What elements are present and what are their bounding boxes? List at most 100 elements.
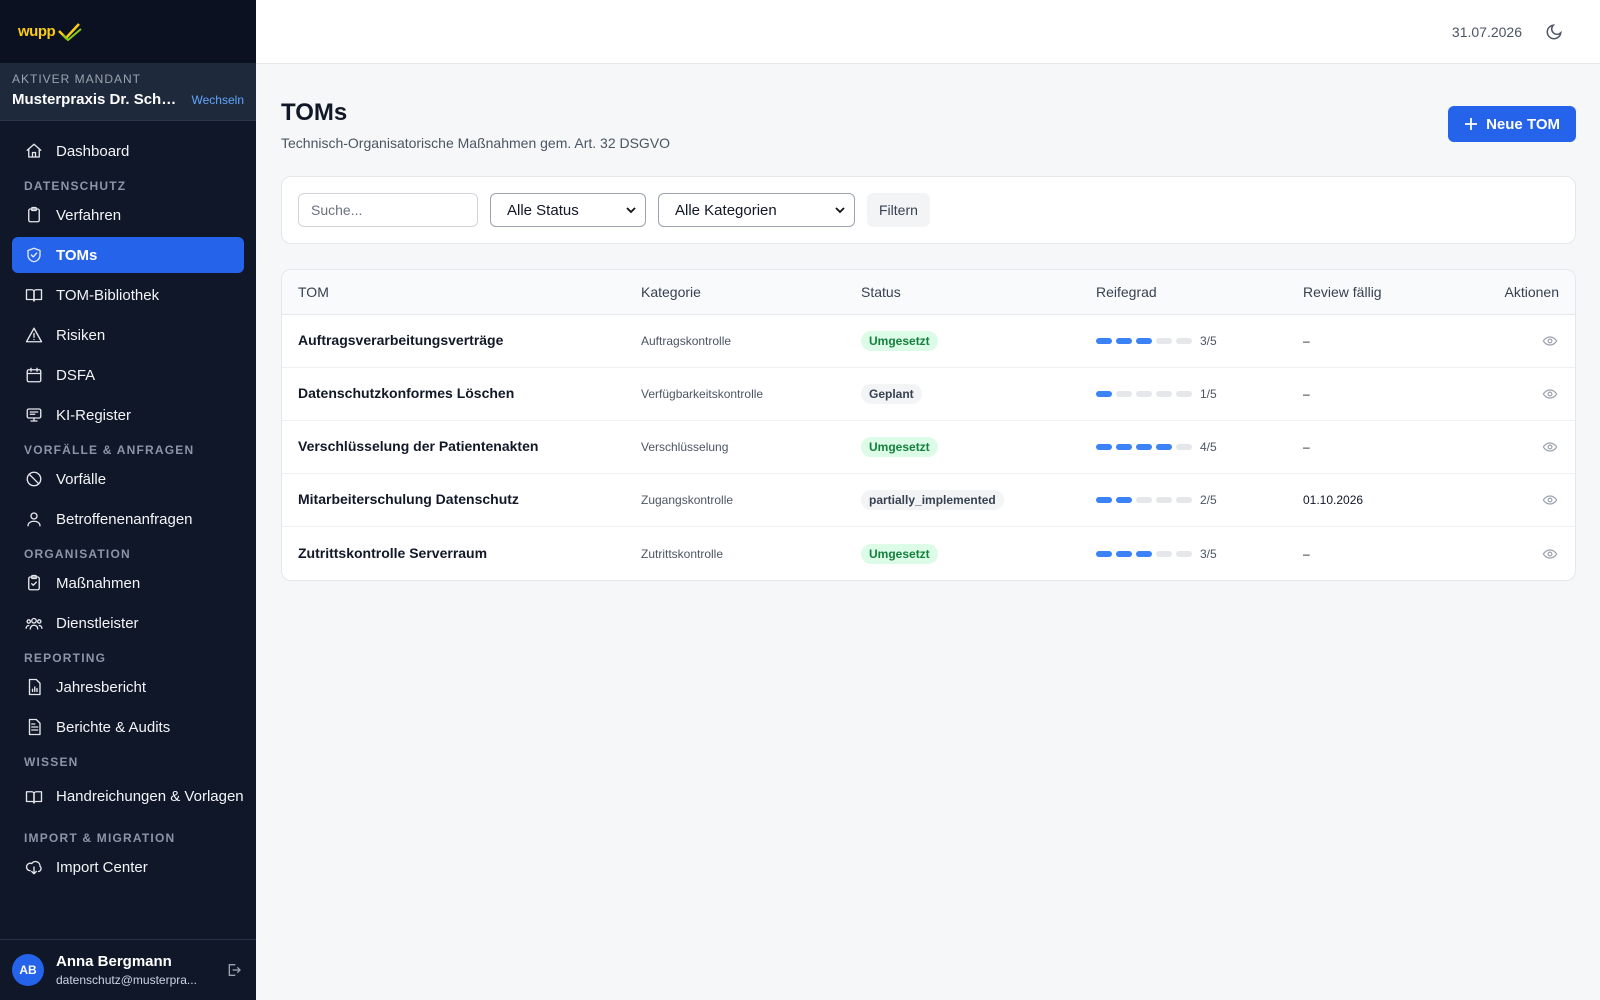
maturity-bar: 3/5 (1096, 547, 1303, 561)
col-header-reifegrad[interactable]: Reifegrad (1096, 284, 1303, 300)
sidebar-item-label: Jahresbericht (56, 678, 147, 696)
tenant-label: AKTIVER MANDANT (12, 72, 142, 86)
tenant-name: Musterpraxis Dr. Schmi... (12, 91, 182, 108)
tenant-panel: AKTIVER MANDANT Musterpraxis Dr. Schmi..… (0, 64, 256, 121)
review-due: 01.10.2026 (1303, 493, 1364, 507)
sidebar-item-import-center[interactable]: Import Center (12, 849, 244, 885)
sidebar-item-betroffenenanfragen[interactable]: Betroffenenanfragen (12, 501, 244, 537)
status-select[interactable]: Alle Status (490, 193, 646, 227)
review-due: – (1303, 387, 1310, 401)
table-header: TOM Kategorie Status Reifegrad Review fä… (282, 270, 1575, 315)
table-row[interactable]: Auftragsverarbeitungsverträge Auftragskon… (282, 315, 1575, 368)
view-eye-icon[interactable] (1541, 491, 1559, 509)
maturity-segment (1156, 550, 1172, 557)
maturity-text: 3/5 (1200, 546, 1217, 561)
filter-button[interactable]: Filtern (867, 193, 930, 227)
sidebar-item-dashboard[interactable]: Dashboard (12, 133, 244, 169)
sidebar-item-maßnahmen[interactable]: Maßnahmen (12, 565, 244, 601)
nav-section-title: REPORTING (24, 651, 107, 665)
user-email: datenschutz@musterpra... (56, 973, 197, 987)
nav-section-title: ORGANISATION (24, 547, 131, 561)
category-select-value: Alle Kategorien (675, 201, 777, 219)
tom-name[interactable]: Mitarbeiterschulung Datenschutz (298, 491, 519, 507)
sidebar-item-ki-register[interactable]: KI-Register (12, 397, 244, 433)
maturity-segment (1176, 550, 1192, 557)
clipboard-check-icon (24, 573, 44, 593)
sidebar-item-tom-bibliothek[interactable]: TOM-Bibliothek (12, 277, 244, 313)
sidebar-item-dienstleister[interactable]: Dienstleister (12, 605, 244, 641)
ban-icon (24, 469, 44, 489)
tom-category: Verschlüsselung (641, 440, 729, 454)
tom-category: Zugangskontrolle (641, 493, 734, 507)
tom-name[interactable]: Auftragsverarbeitungsverträge (298, 332, 503, 348)
sidebar-item-label: TOM-Bibliothek (56, 286, 160, 304)
logo[interactable]: wupp (18, 21, 83, 43)
sidebar-item-vorfälle[interactable]: Vorfälle (12, 461, 244, 497)
view-eye-icon[interactable] (1541, 332, 1559, 350)
col-header-review[interactable]: Review fällig (1303, 284, 1483, 300)
maturity-segment (1116, 391, 1132, 397)
sidebar-item-risiken[interactable]: Risiken (12, 317, 244, 353)
maturity-segment (1136, 550, 1152, 557)
maturity-segment (1116, 338, 1132, 344)
table-row[interactable]: Datenschutzkonformes Löschen Verfügbarkei… (282, 368, 1575, 421)
table-row[interactable]: Mitarbeiterschulung Datenschutz Zugangsko… (282, 474, 1575, 527)
status-badge: Umgesetzt (861, 543, 938, 564)
maturity-bar: 2/5 (1096, 493, 1303, 507)
maturity-segment (1116, 497, 1132, 503)
maturity-segment (1116, 550, 1132, 557)
view-eye-icon[interactable] (1541, 385, 1559, 403)
topbar: 31.07.2026 (256, 0, 1600, 64)
warning-icon (24, 325, 44, 345)
sidebar-item-berichte-audits[interactable]: Berichte & Audits (12, 709, 244, 745)
sidebar-item-verfahren[interactable]: Verfahren (12, 197, 244, 233)
sidebar-item-label: Import Center (56, 858, 148, 876)
col-header-status[interactable]: Status (861, 284, 1096, 300)
table-row[interactable]: Verschlüsselung der Patientenakten Versch… (282, 421, 1575, 474)
dark-mode-toggle-icon[interactable] (1544, 22, 1564, 42)
maturity-text: 1/5 (1200, 387, 1217, 401)
maturity-segment (1096, 391, 1112, 397)
shield-check-icon (24, 245, 44, 265)
maturity-segment (1156, 444, 1172, 450)
sidebar-item-label: KI-Register (56, 406, 132, 424)
view-eye-icon[interactable] (1541, 438, 1559, 456)
sidebar-item-jahresbericht[interactable]: Jahresbericht (12, 669, 244, 705)
tom-name[interactable]: Datenschutzkonformes Löschen (298, 385, 514, 401)
sidebar-item-label: Vorfälle (56, 470, 107, 488)
sidebar-item-label: Dienstleister (56, 614, 139, 632)
view-eye-icon[interactable] (1541, 545, 1559, 563)
sidebar-item-dsfa[interactable]: DSFA (12, 357, 244, 393)
avatar[interactable]: AB (12, 954, 44, 986)
tenant-switch-link[interactable]: Wechseln (192, 93, 244, 107)
tom-name[interactable]: Zutrittskontrolle Serverraum (298, 545, 487, 561)
logo-check-icon (58, 22, 82, 41)
maturity-segment (1096, 444, 1112, 450)
chevron-down-icon (626, 207, 636, 214)
new-tom-button[interactable]: Neue TOM (1448, 106, 1576, 142)
page-title: TOMs (281, 99, 348, 126)
sidebar-item-label: Handreichungen & Vorlagen (56, 788, 244, 805)
logout-icon[interactable] (224, 960, 244, 980)
table-row[interactable]: Zutrittskontrolle Serverraum Zutrittskont… (282, 527, 1575, 580)
col-header-tom[interactable]: TOM (282, 284, 641, 300)
maturity-segment (1176, 444, 1192, 450)
review-due: – (1303, 440, 1310, 454)
maturity-text: 4/5 (1200, 440, 1217, 454)
category-select[interactable]: Alle Kategorien (658, 193, 855, 227)
maturity-text: 2/5 (1200, 493, 1217, 507)
current-date: 31.07.2026 (1451, 23, 1522, 40)
maturity-segment (1156, 391, 1172, 397)
tom-name[interactable]: Verschlüsselung der Patientenakten (298, 438, 538, 454)
report-chart-icon (24, 677, 44, 697)
user-icon (24, 509, 44, 529)
document-icon (24, 717, 44, 737)
review-due: – (1303, 546, 1310, 561)
user-name: Anna Bergmann (56, 953, 172, 970)
sidebar-item-toms[interactable]: TOMs (12, 237, 244, 273)
nav-section-title: DATENSCHUTZ (24, 179, 127, 193)
sidebar: wupp AKTIVER MANDANT Musterpraxis Dr. Sc… (0, 0, 256, 1000)
search-input[interactable]: Suche... (298, 193, 478, 227)
col-header-kategorie[interactable]: Kategorie (641, 284, 861, 300)
sidebar-item-handreichungen-vorlagen[interactable]: Handreichungen & Vorlagen (12, 773, 244, 821)
